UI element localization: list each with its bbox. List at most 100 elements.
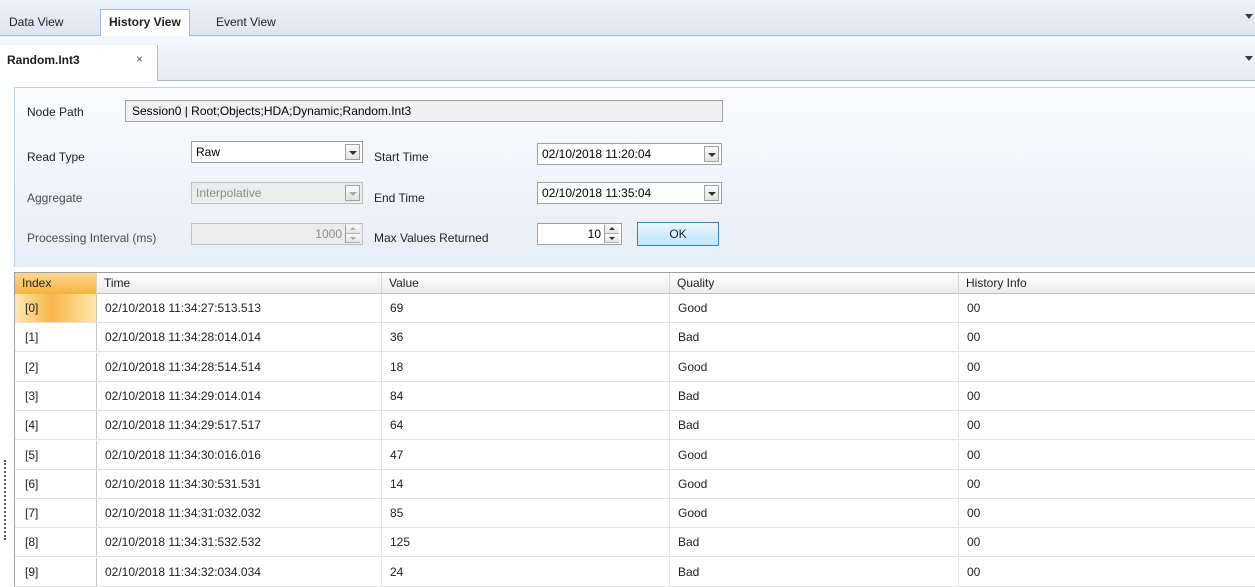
spin-buttons[interactable] [604, 225, 620, 243]
table-row[interactable]: [6] 02/10/2018 11:34:30:531.531 14 Good 00 [15, 469, 1255, 499]
start-time-picker[interactable]: 02/10/2018 11:20:04 [537, 143, 722, 165]
dropdown-arrow-icon[interactable] [345, 144, 360, 160]
spin-up-icon[interactable] [605, 225, 619, 234]
dropdown-arrow-icon[interactable] [704, 185, 719, 201]
node-path-field[interactable]: Session0 | Root;Objects;HDA;Dynamic;Rand… [125, 100, 723, 122]
table-row[interactable]: [1] 02/10/2018 11:34:28:014.014 36 Bad 00 [15, 323, 1255, 353]
processing-interval-stepper[interactable]: 1000 [191, 223, 363, 245]
cell-index: [8] [15, 528, 97, 557]
cell-value: 125 [382, 528, 670, 557]
spin-down-icon[interactable] [346, 234, 360, 243]
close-icon[interactable]: × [136, 52, 143, 66]
document-tab-random-int3[interactable]: Random.Int3 × [0, 45, 158, 81]
column-header-quality[interactable]: Quality [670, 273, 959, 294]
cell-value: 18 [382, 352, 670, 381]
aggregate-select[interactable]: Interpolative [191, 182, 363, 204]
processing-interval-value: 1000 [315, 227, 342, 241]
cell-quality: Bad [670, 323, 959, 352]
cell-index: [0] [15, 294, 97, 322]
max-values-label: Max Values Returned [374, 231, 489, 245]
cell-history-info: 00 [959, 323, 1255, 351]
cell-history-info: 00 [959, 441, 1255, 469]
cell-time: 02/10/2018 11:34:30:016.016 [97, 440, 382, 469]
cell-value: 47 [382, 440, 670, 469]
cell-value: 84 [382, 381, 670, 410]
cell-index: [1] [15, 323, 97, 352]
document-tab-label: Random.Int3 [7, 53, 80, 67]
max-values-value: 10 [587, 227, 601, 241]
cell-value: 24 [382, 557, 670, 586]
cell-history-info: 00 [959, 558, 1255, 586]
read-type-value: Raw [196, 145, 221, 159]
cell-time: 02/10/2018 11:34:30:531.531 [97, 469, 382, 498]
table-row[interactable]: [4] 02/10/2018 11:34:29:517.517 64 Bad 00 [15, 411, 1255, 441]
spin-up-icon[interactable] [346, 225, 360, 234]
cell-quality: Good [670, 469, 959, 498]
cell-history-info: 00 [959, 499, 1255, 527]
read-type-label: Read Type [27, 150, 85, 164]
table-row[interactable]: [7] 02/10/2018 11:34:31:032.032 85 Good 00 [15, 499, 1255, 529]
aggregate-value: Interpolative [196, 186, 262, 200]
column-header-value[interactable]: Value [382, 273, 670, 294]
cell-history-info: 00 [959, 382, 1255, 410]
tab-menu-arrow-icon[interactable] [1245, 14, 1253, 19]
cell-time: 02/10/2018 11:34:27:513.513 [97, 294, 382, 322]
cell-value: 69 [382, 294, 670, 322]
cell-quality: Good [670, 352, 959, 381]
cell-time: 02/10/2018 11:34:31:532.532 [97, 528, 382, 557]
table-row[interactable]: [2] 02/10/2018 11:34:28:514.514 18 Good 00 [15, 352, 1255, 382]
table-row[interactable]: [5] 02/10/2018 11:34:30:016.016 47 Good 00 [15, 440, 1255, 470]
table-row[interactable]: [8] 02/10/2018 11:34:31:532.532 125 Bad 00 [15, 528, 1255, 558]
cell-value: 85 [382, 499, 670, 528]
end-time-picker[interactable]: 02/10/2018 11:35:04 [537, 182, 722, 204]
end-time-label: End Time [374, 191, 425, 205]
cell-quality: Bad [670, 557, 959, 586]
cell-quality: Good [670, 499, 959, 528]
aggregate-label: Aggregate [27, 191, 83, 205]
view-tab-strip: Data View History View Event View [0, 0, 1255, 37]
cell-index: [6] [15, 469, 97, 498]
max-values-stepper[interactable]: 10 [537, 223, 622, 245]
cell-time: 02/10/2018 11:34:32:034.034 [97, 557, 382, 586]
cell-index: [4] [15, 411, 97, 440]
read-type-select[interactable]: Raw [191, 141, 363, 163]
history-results-grid[interactable]: Index Time Value Quality History Info [0… [14, 272, 1255, 587]
column-header-time[interactable]: Time [97, 273, 382, 294]
cell-history-info: 00 [959, 411, 1255, 439]
cell-value: 36 [382, 323, 670, 352]
history-read-form: Node Path Session0 | Root;Objects;HDA;Dy… [14, 87, 1255, 267]
ok-button[interactable]: OK [637, 222, 719, 246]
tab-history-view[interactable]: History View [100, 9, 190, 37]
spin-buttons[interactable] [345, 225, 361, 243]
end-time-value: 02/10/2018 11:35:04 [542, 186, 652, 200]
spin-down-icon[interactable] [605, 234, 619, 243]
column-header-history-info[interactable]: History Info [959, 273, 1255, 294]
cell-time: 02/10/2018 11:34:28:514.514 [97, 352, 382, 381]
table-row[interactable]: [9] 02/10/2018 11:34:32:034.034 24 Bad 00 [15, 557, 1255, 587]
document-menu-arrow-icon[interactable] [1245, 56, 1253, 61]
tab-event-view[interactable]: Event View [207, 9, 285, 36]
cell-quality: Bad [670, 381, 959, 410]
cell-time: 02/10/2018 11:34:29:517.517 [97, 411, 382, 440]
table-row[interactable]: [3] 02/10/2018 11:34:29:014.014 84 Bad 00 [15, 381, 1255, 411]
cell-time: 02/10/2018 11:34:28:014.014 [97, 323, 382, 352]
cell-value: 14 [382, 469, 670, 498]
dropdown-arrow-icon[interactable] [704, 146, 719, 162]
cell-history-info: 00 [959, 528, 1255, 556]
grid-header: Index Time Value Quality History Info [15, 272, 1255, 294]
cell-quality: Good [670, 294, 959, 322]
cell-value: 64 [382, 411, 670, 440]
cell-history-info: 00 [959, 294, 1255, 322]
cell-time: 02/10/2018 11:34:31:032.032 [97, 499, 382, 528]
cell-index: [9] [15, 557, 97, 586]
cell-index: [2] [15, 352, 97, 381]
table-row[interactable]: [0] 02/10/2018 11:34:27:513.513 69 Good 00 [15, 294, 1255, 323]
splitter-grip[interactable] [4, 460, 9, 540]
tab-data-view[interactable]: Data View [0, 9, 72, 36]
cell-quality: Bad [670, 411, 959, 440]
cell-quality: Bad [670, 528, 959, 557]
dropdown-arrow-icon[interactable] [345, 185, 360, 201]
cell-index: [7] [15, 499, 97, 528]
node-path-label: Node Path [27, 105, 84, 119]
column-header-index[interactable]: Index [15, 273, 97, 294]
